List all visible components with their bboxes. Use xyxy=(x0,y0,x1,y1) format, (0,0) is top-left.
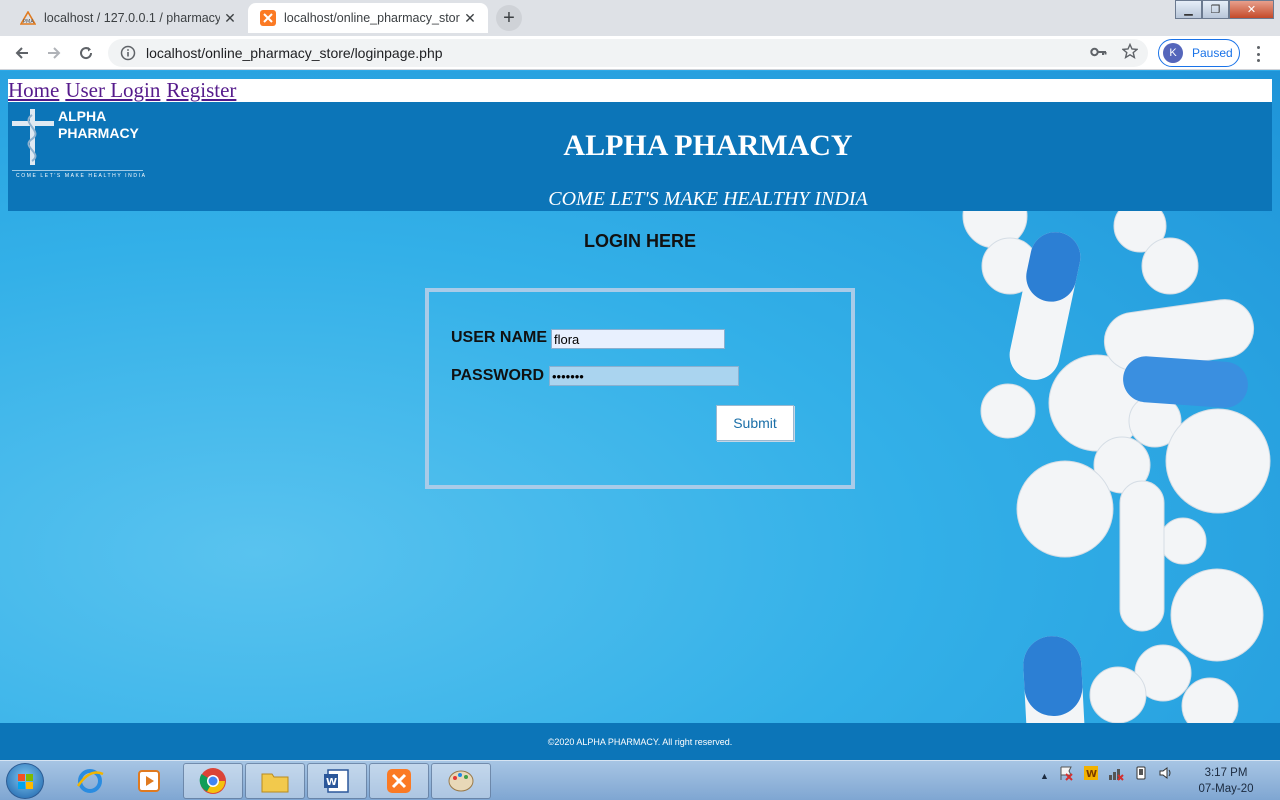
logo-tagline: COME LET'S MAKE HEALTHY INDIA xyxy=(16,173,147,179)
login-form: USER NAME PASSWORD Submit xyxy=(425,288,855,489)
close-icon[interactable]: ✕ xyxy=(220,8,240,28)
word-icon[interactable]: W xyxy=(307,763,367,799)
clock-time: 3:17 PM xyxy=(1204,767,1248,779)
network-icon[interactable] xyxy=(1108,765,1124,786)
login-heading: LOGIN HERE xyxy=(583,231,696,251)
windows-logo-icon xyxy=(18,774,33,789)
tab-title: localhost / 127.0.0.1 / pharmacy / xyxy=(44,11,220,25)
nav-link-home[interactable]: Home xyxy=(8,79,59,102)
restore-icon[interactable]: ❐ xyxy=(1202,0,1229,19)
key-icon[interactable] xyxy=(1090,45,1108,63)
internet-explorer-icon[interactable] xyxy=(60,763,120,799)
header-banner: ALPHA PHARMACY COME LET'S MAKE HEALTHY I… xyxy=(8,102,1272,211)
browser-tabstrip: PMA localhost / 127.0.0.1 / pharmacy / ✕… xyxy=(0,0,1280,36)
chrome-icon[interactable] xyxy=(183,763,243,799)
file-explorer-icon[interactable] xyxy=(245,763,305,799)
flag-warning-icon[interactable] xyxy=(1058,765,1074,786)
new-tab-button[interactable]: + xyxy=(496,5,522,31)
window-close-icon[interactable]: ✕ xyxy=(1229,0,1274,19)
xampp-icon[interactable] xyxy=(369,763,429,799)
address-bar[interactable]: localhost/online_pharmacy_store/loginpag… xyxy=(108,39,1148,67)
info-icon[interactable] xyxy=(120,45,136,61)
page-content: Home User Login Register ALPHA PHARMACY … xyxy=(0,71,1280,760)
svg-text:PMA: PMA xyxy=(23,19,34,25)
site-subtitle: COME LET'S MAKE HEALTHY INDIA xyxy=(548,188,868,210)
avatar: K xyxy=(1163,43,1183,63)
page-footer: ©2020 ALPHA PHARMACY. All right reserved… xyxy=(0,723,1280,760)
copyright-text: ©2020 ALPHA PHARMACY. All right reserved… xyxy=(547,736,733,747)
svg-text:W: W xyxy=(326,777,337,788)
svg-text:W: W xyxy=(1086,769,1097,780)
username-label: USER NAME xyxy=(451,329,548,346)
logo-divider xyxy=(12,170,143,171)
back-icon[interactable] xyxy=(10,41,34,65)
xampp-icon xyxy=(260,10,276,26)
browser-toolbar: localhost/online_pharmacy_store/loginpag… xyxy=(0,36,1280,70)
password-input[interactable] xyxy=(549,366,739,386)
chevron-up-icon[interactable]: ▲ xyxy=(1040,771,1049,781)
paint-icon[interactable] xyxy=(431,763,491,799)
system-tray: ▲ W xyxy=(1040,765,1174,786)
start-button[interactable] xyxy=(6,763,44,799)
device-icon[interactable] xyxy=(1133,765,1149,786)
bookmark-star-icon[interactable] xyxy=(1121,42,1139,64)
profile-status: Paused xyxy=(1192,46,1233,60)
reload-icon[interactable] xyxy=(74,41,98,65)
window-controls: ▁ ❐ ✕ xyxy=(1175,0,1274,19)
windows-taskbar: W ▲ W 3:17 PM 07-May-20 xyxy=(0,760,1280,800)
tab-phpmyadmin[interactable]: PMA localhost / 127.0.0.1 / pharmacy / ✕ xyxy=(8,3,248,33)
pills-image xyxy=(962,211,1271,723)
site-title: ALPHA PHARMACY xyxy=(563,129,853,162)
nav-link-register[interactable]: Register xyxy=(166,79,236,102)
tab-title: localhost/online_pharmacy_store xyxy=(284,11,460,25)
close-icon[interactable]: ✕ xyxy=(460,8,480,28)
media-player-icon[interactable] xyxy=(120,763,180,799)
minimize-icon[interactable]: ▁ xyxy=(1175,0,1202,19)
volume-icon[interactable] xyxy=(1158,765,1174,786)
clock-date: 07-May-20 xyxy=(1198,783,1254,795)
url-text: localhost/online_pharmacy_store/loginpag… xyxy=(146,45,443,61)
taskbar-clock[interactable]: 3:17 PM 07-May-20 xyxy=(1192,765,1260,797)
username-input[interactable] xyxy=(551,329,725,349)
tab-online-pharmacy[interactable]: localhost/online_pharmacy_store ✕ xyxy=(248,3,488,33)
forward-icon[interactable] xyxy=(42,41,66,65)
nav-link-user-login[interactable]: User Login xyxy=(65,79,160,102)
password-label: PASSWORD xyxy=(451,367,545,384)
menu-dots-icon[interactable] xyxy=(1250,44,1266,64)
submit-button[interactable]: Submit xyxy=(716,405,794,441)
word-tray-icon[interactable]: W xyxy=(1083,765,1099,786)
top-navigation: Home User Login Register xyxy=(8,79,1272,102)
logo-name-line1: ALPHA xyxy=(58,108,107,124)
profile-button[interactable]: K Paused xyxy=(1158,39,1240,67)
phpmyadmin-icon: PMA xyxy=(20,10,36,26)
